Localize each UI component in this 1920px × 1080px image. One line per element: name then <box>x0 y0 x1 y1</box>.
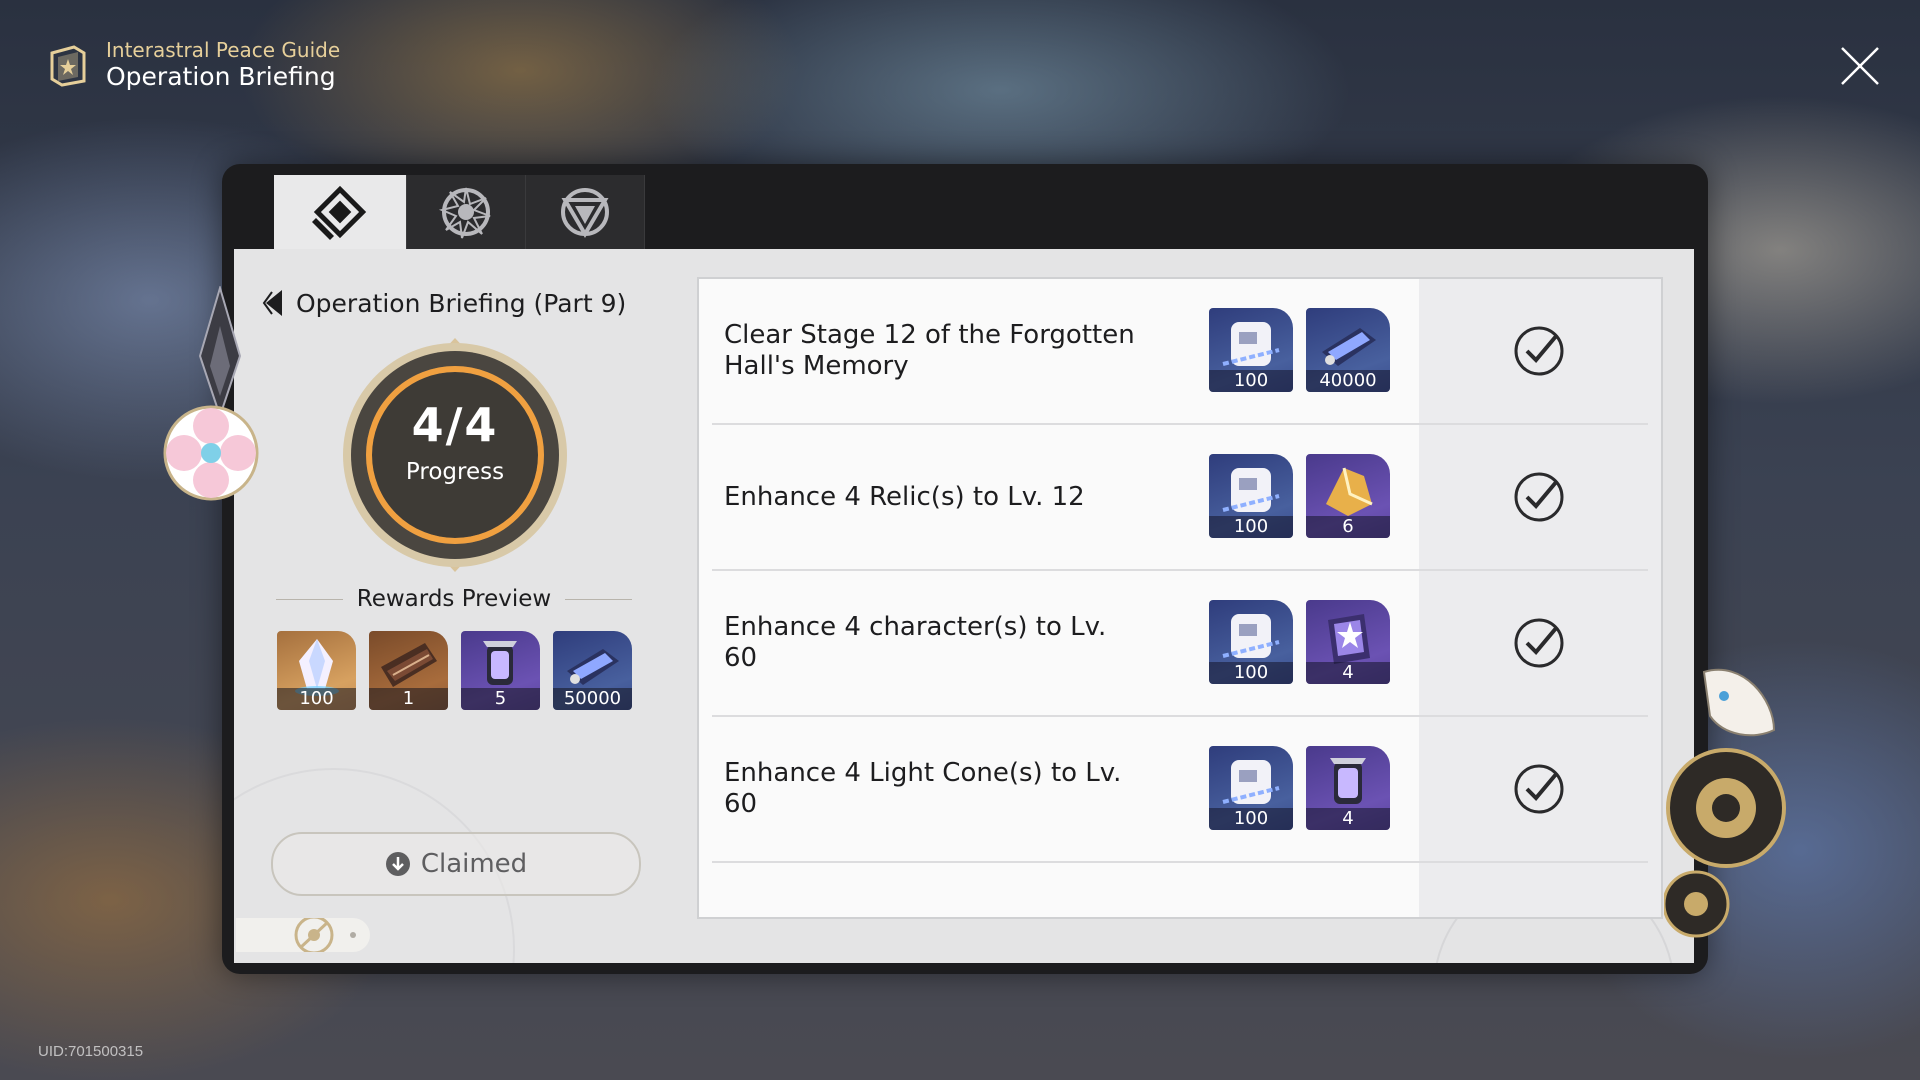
reward-qty: 50000 <box>553 688 632 710</box>
reward-item-stellar-jade[interactable]: 100 <box>277 631 356 710</box>
briefing-part-label: Operation Briefing (Part 9) <box>296 288 627 318</box>
progress-label: Progress <box>405 459 505 485</box>
completed-check-icon <box>1514 472 1564 522</box>
mission-row: Enhance 4 Relic(s) to Lv. 12 100 6 <box>712 425 1648 571</box>
guide-book-icon <box>50 45 86 87</box>
tab-operation-briefing[interactable] <box>274 175 407 249</box>
mission-reward-credit[interactable]: 40000 <box>1306 308 1390 392</box>
mission-list: Clear Stage 12 of the Forgotten Hall's M… <box>697 277 1663 919</box>
tab-star-compass[interactable] <box>407 175 526 249</box>
mission-rewards: 100 4 <box>1209 746 1390 830</box>
mission-row: Enhance 4 character(s) to Lv. 60 100 4 <box>712 571 1648 717</box>
mission-reward-adventure-log[interactable]: 4 <box>1306 600 1390 684</box>
mission-rewards: 100 6 <box>1209 454 1390 538</box>
mission-text: Enhance 4 Relic(s) to Lv. 12 <box>724 481 1085 512</box>
compass-emblem-icon <box>294 915 356 955</box>
mission-reward-guide-points[interactable]: 100 <box>1209 746 1293 830</box>
mission-reward-gold-material[interactable]: 6 <box>1306 454 1390 538</box>
back-button[interactable]: Operation Briefing (Part 9) <box>262 288 626 318</box>
reward-qty: 100 <box>1209 662 1293 684</box>
reward-qty: 100 <box>1209 516 1293 538</box>
completed-check-icon <box>1514 764 1564 814</box>
progress-ring <box>343 338 567 572</box>
reward-qty: 6 <box>1306 516 1390 538</box>
rewards-preview-header: Rewards Preview <box>276 586 633 612</box>
mission-row: Enhance 4 Light Cone(s) to Lv. 60 100 4 <box>712 717 1648 863</box>
mission-reward-guide-points[interactable]: 100 <box>1209 454 1293 538</box>
reward-qty: 100 <box>1209 370 1293 392</box>
uid-label: UID:701500315 <box>38 1043 144 1060</box>
reward-item-refined-aether[interactable]: 5 <box>461 631 540 710</box>
mission-rewards: 100 40000 <box>1209 308 1390 392</box>
lantern-ornament-icon <box>163 286 259 501</box>
operation-briefing-icon <box>312 185 367 240</box>
tab-bar <box>274 175 645 249</box>
reward-qty: 40000 <box>1306 370 1390 392</box>
page-header: Interastral Peace Guide Operation Briefi… <box>44 38 340 92</box>
mission-text: Clear Stage 12 of the Forgotten Hall's M… <box>724 320 1135 381</box>
page-indicator[interactable] <box>236 915 370 955</box>
claimed-icon <box>385 852 410 876</box>
header-text: Interastral Peace Guide Operation Briefi… <box>106 38 340 92</box>
reward-qty: 5 <box>461 688 540 710</box>
completed-check-icon <box>1514 326 1564 376</box>
mission-reward-guide-points[interactable]: 100 <box>1209 308 1293 392</box>
claimed-label: Claimed <box>420 849 528 879</box>
mission-reward-refined-aether[interactable]: 4 <box>1306 746 1390 830</box>
mission-text: Enhance 4 character(s) to Lv. 60 <box>724 612 1107 673</box>
star-compass-icon <box>438 187 491 239</box>
flower-mascot-ornament-icon <box>1664 669 1786 938</box>
rewards-preview-title: Rewards Preview <box>356 586 552 612</box>
header-title: Operation Briefing <box>106 62 336 91</box>
reward-qty: 4 <box>1306 808 1390 830</box>
mission-text: Enhance 4 Light Cone(s) to Lv. 60 <box>724 758 1122 819</box>
mission-row: Clear Stage 12 of the Forgotten Hall's M… <box>712 279 1648 425</box>
triangle-emblem-icon <box>561 188 609 238</box>
reward-item-traveler-guide[interactable]: 1 <box>369 631 448 710</box>
reward-qty: 100 <box>1209 808 1293 830</box>
header-subtitle: Interastral Peace Guide <box>106 38 341 62</box>
mission-reward-guide-points[interactable]: 100 <box>1209 600 1293 684</box>
reward-qty: 100 <box>277 688 356 710</box>
close-icon[interactable] <box>1838 44 1882 88</box>
progress-count: 4/4 <box>411 398 499 452</box>
mission-rewards: 100 4 <box>1209 600 1390 684</box>
completed-check-icon <box>1514 618 1564 668</box>
reward-qty: 4 <box>1306 662 1390 684</box>
reward-qty: 1 <box>369 688 448 710</box>
reward-item-credit[interactable]: 50000 <box>553 631 632 710</box>
divider <box>565 598 633 600</box>
rewards-preview-list: 100 1 5 50000 <box>277 631 632 710</box>
divider <box>276 598 343 600</box>
tab-triangle-emblem[interactable] <box>526 175 645 249</box>
claimed-button[interactable]: Claimed <box>271 832 641 896</box>
